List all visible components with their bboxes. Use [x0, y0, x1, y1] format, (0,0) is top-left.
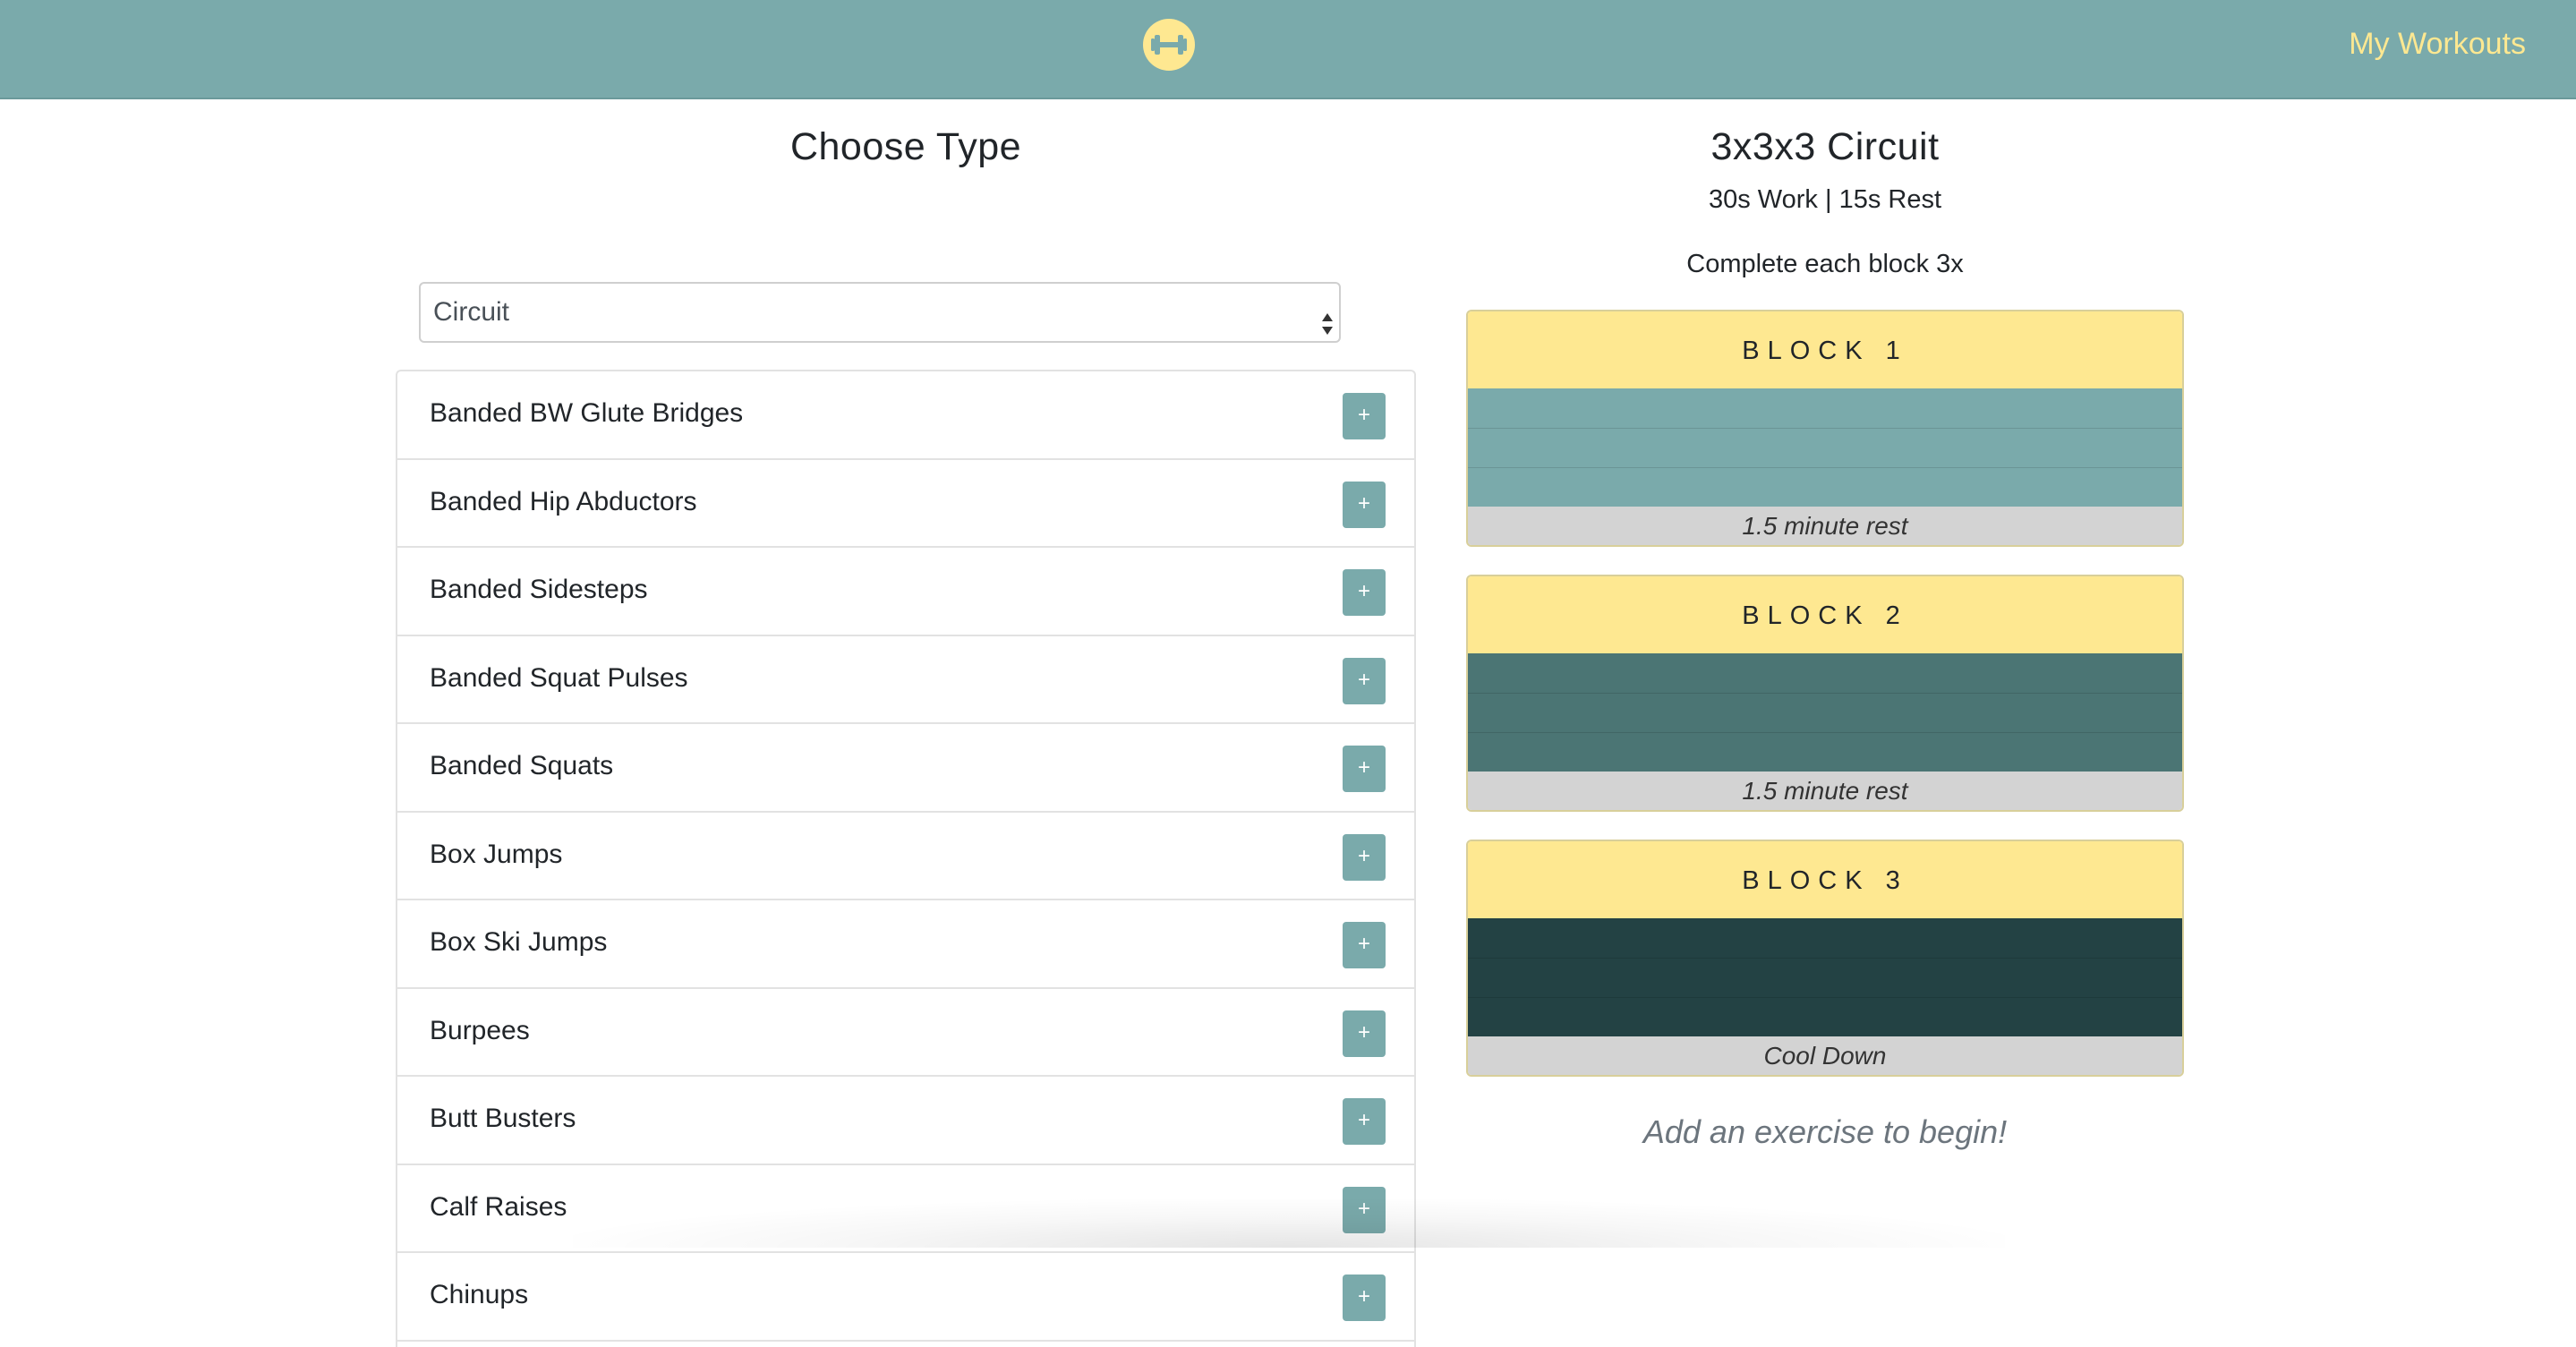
exercise-name: Box Ski Jumps	[430, 927, 608, 957]
add-exercise-button[interactable]: +	[1343, 481, 1386, 528]
exercise-name: Banded Squat Pulses	[430, 662, 688, 693]
dumbbell-icon[interactable]	[1143, 19, 1195, 71]
exercise-row: Chinups +	[397, 1253, 1414, 1342]
add-exercise-button[interactable]: +	[1343, 922, 1386, 968]
exercise-slot[interactable]	[1468, 958, 2182, 997]
exercise-row: Banded BW Glute Bridges +	[397, 371, 1414, 460]
workout-type-value: Circuit	[433, 297, 510, 327]
add-exercise-button[interactable]: +	[1343, 1010, 1386, 1057]
exercise-slot[interactable]	[1468, 732, 2182, 772]
exercise-name: Banded Squats	[430, 751, 614, 780]
my-workouts-link[interactable]: My Workouts	[2349, 27, 2526, 62]
add-exercise-button[interactable]: +	[1343, 1186, 1386, 1233]
exercise-name: Chinups	[430, 1280, 529, 1309]
exercise-slot[interactable]	[1468, 918, 2182, 958]
exercise-slot[interactable]	[1468, 997, 2182, 1036]
block-footer: 1.5 minute rest	[1468, 772, 2182, 810]
exercise-name: Box Jumps	[430, 839, 563, 869]
exercise-name: Butt Busters	[430, 1104, 576, 1133]
add-exercise-button[interactable]: +	[1343, 746, 1386, 792]
block-header: BLOCK 2	[1468, 576, 2182, 653]
exercise-name: Banded BW Glute Bridges	[430, 398, 744, 428]
choose-type-heading: Choose Type	[789, 125, 1022, 168]
exercise-row: Banded Squats +	[397, 724, 1414, 813]
exercise-list: Banded BW Glute Bridges + Banded Hip Abd…	[396, 370, 1416, 1347]
block-footer: Cool Down	[1468, 1036, 2182, 1075]
exercise-row: Box Ski Jumps +	[397, 900, 1414, 989]
empty-workout-message: Add an exercise to begin!	[1642, 1113, 2008, 1150]
block-2: BLOCK 2 1.5 minute rest	[1466, 575, 2184, 812]
block-3: BLOCK 3 Cool Down	[1466, 840, 2184, 1077]
exercise-slot[interactable]	[1468, 693, 2182, 732]
exercise-row: Butt Busters +	[397, 1077, 1414, 1165]
block-instruction: Complete each block 3x	[1686, 250, 1964, 278]
exercise-row: Calf Raises +	[397, 1165, 1414, 1253]
work-rest-timing: 30s Work | 15s Rest	[1708, 185, 1942, 214]
exercise-row: Burpees +	[397, 989, 1414, 1077]
block-footer: 1.5 minute rest	[1468, 507, 2182, 545]
exercise-name: Banded Hip Abductors	[430, 486, 697, 516]
workout-type-select[interactable]: Circuit	[419, 282, 1341, 343]
exercise-slot[interactable]	[1468, 428, 2182, 467]
exercise-slot[interactable]	[1468, 653, 2182, 693]
exercise-slot[interactable]	[1468, 388, 2182, 428]
select-caret-icon	[1321, 300, 1334, 335]
exercise-row: Banded Squat Pulses +	[397, 636, 1414, 724]
navbar: My Workouts	[0, 0, 2576, 99]
workout-title: 3x3x3 Circuit	[1710, 125, 1940, 168]
exercise-row: Banded Hip Abductors +	[397, 460, 1414, 548]
add-exercise-button[interactable]: +	[1343, 1275, 1386, 1321]
exercise-row: Banded Sidesteps +	[397, 548, 1414, 636]
block-header: BLOCK 1	[1468, 311, 2182, 388]
exercise-row: Box Jumps +	[397, 813, 1414, 900]
add-exercise-button[interactable]: +	[1343, 833, 1386, 881]
add-exercise-button[interactable]: +	[1343, 393, 1386, 439]
exercise-slot[interactable]	[1468, 467, 2182, 507]
exercise-name: Banded Sidesteps	[430, 575, 648, 604]
exercise-name: Burpees	[430, 1015, 530, 1045]
block-header: BLOCK 3	[1468, 841, 2182, 918]
add-exercise-button[interactable]: +	[1343, 1098, 1386, 1145]
add-exercise-button[interactable]: +	[1343, 569, 1386, 616]
exercise-name: Calf Raises	[430, 1191, 567, 1222]
add-exercise-button[interactable]: +	[1343, 657, 1386, 704]
block-1: BLOCK 1 1.5 minute rest	[1466, 310, 2184, 547]
